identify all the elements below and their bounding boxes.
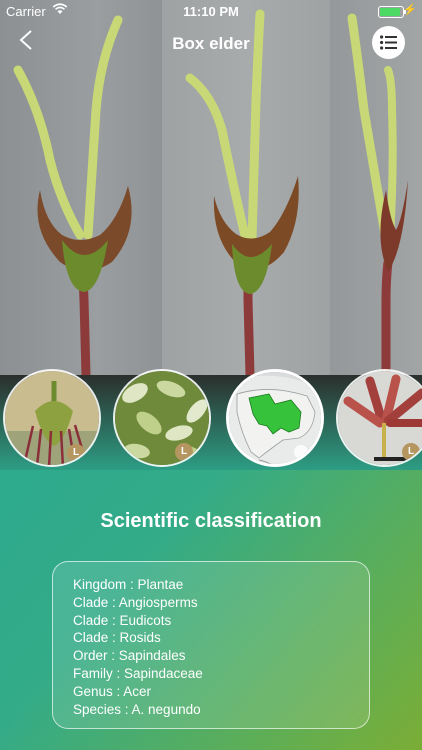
section-heading: Scientific classification bbox=[100, 510, 322, 532]
classification-row-order: Order : Sapindales bbox=[73, 648, 186, 664]
charging-icon: ⚡ bbox=[403, 4, 417, 16]
classification-row-species: Species : A. negundo bbox=[73, 701, 201, 717]
classification-row-clade: Clade : Angiosperms bbox=[73, 594, 198, 610]
location-badge: L bbox=[175, 443, 193, 461]
thumbnail-variegated-leaves[interactable]: L bbox=[113, 369, 211, 467]
classification-card: Kingdom : Plantae Clade : Angiosperms Cl… bbox=[52, 561, 370, 729]
thumbnail-distribution-map[interactable] bbox=[226, 369, 324, 467]
page-title: Box elder bbox=[172, 34, 250, 53]
back-button[interactable] bbox=[18, 28, 48, 58]
status-bar: Carrier 11:10 PM ⚡ bbox=[0, 0, 422, 22]
status-time: 11:10 PM bbox=[183, 4, 239, 19]
classification-row-family: Family : Sapindaceae bbox=[73, 665, 203, 681]
hero-photo bbox=[0, 0, 422, 375]
chevron-left-icon bbox=[19, 30, 32, 50]
battery-icon bbox=[378, 6, 406, 18]
classification-row-clade: Clade : Eudicots bbox=[73, 612, 172, 628]
classification-row-clade: Clade : Rosids bbox=[73, 630, 161, 646]
thumbnail-flower-cluster[interactable]: L bbox=[3, 369, 101, 467]
location-badge: L bbox=[67, 444, 85, 462]
photo-panel-3 bbox=[330, 0, 422, 375]
list-menu-button[interactable] bbox=[372, 26, 405, 59]
classification-row-genus: Genus : Acer bbox=[73, 683, 152, 699]
photo-panel-2 bbox=[162, 0, 330, 375]
classification-row-kingdom: Kingdom : Plantae bbox=[73, 577, 184, 592]
list-icon bbox=[380, 35, 397, 50]
location-badge: L bbox=[402, 443, 420, 461]
